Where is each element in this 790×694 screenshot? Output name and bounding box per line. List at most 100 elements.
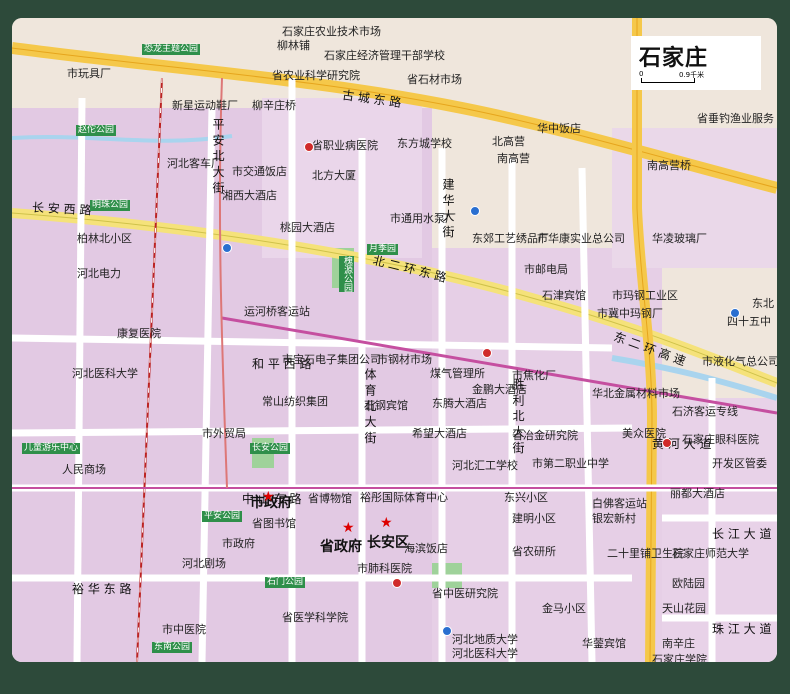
place-label: 省农研所 [512,545,556,558]
place-label: 省职业病医院 [312,139,378,152]
road-label: 建 华 大 街 [441,178,455,238]
place-label: 华凌玻璃厂 [652,232,707,245]
park-label: 恐龙主题公园 [142,44,201,55]
place-label: 河北医科大学 [452,647,518,660]
place-label: 省博物馆 [308,492,352,505]
place-label: 河北剧场 [182,557,226,570]
place-label: 希望大酒店 [412,427,467,440]
place-label: 石钢宾馆 [364,399,408,412]
scale-end-label: 0.9千米 [679,71,705,79]
place-label: 省图书馆 [252,517,296,530]
place-label: 河北医科大学 [72,367,138,380]
road-label: 长 安 西 路 [31,200,92,218]
park-label: 东南公园 [152,642,193,653]
place-label: 东方城学校 [397,137,452,150]
place-label: 华中饭店 [537,122,581,135]
place-label: 北方大厦 [312,169,356,182]
place-label: 运河桥客运站 [244,305,310,318]
map-frame: 古 城 东 路 北 二 环 东 路 长 安 西 路 黄 河 大 道 长 江 大 … [0,0,790,694]
place-label: 北高营 [492,135,525,148]
place-label: 市肺科医院 [357,562,412,575]
school-icon [222,243,232,253]
map-title: 石家庄 [639,45,709,71]
place-label: 石济客运专线 [672,405,738,418]
place-label: 市交通饭店 [232,165,287,178]
place-label: 华北金属材料市场 [592,387,680,400]
place-label: 美众医院 [622,427,666,440]
map-canvas[interactable]: 古 城 东 路 北 二 环 东 路 长 安 西 路 黄 河 大 道 长 江 大 … [12,18,777,662]
park-label: 明珠公园 [90,200,131,211]
road-label: 裕 华 东 路 [72,582,132,596]
place-label: 银宏新村 [592,512,636,525]
place-label: 石家庄师范大学 [672,547,749,560]
place-label: 东兴小区 [504,491,548,504]
place-label: 裕彤国际体育中心 [360,491,448,504]
place-label: 河北电力 [77,267,121,280]
place-label: 市中医院 [162,623,206,636]
place-label: 建明小区 [512,512,556,525]
place-label: 石家庄农业技术市场 [282,25,381,38]
province-gov-label: 省政府 [320,539,362,555]
place-label: 柳林铺 [277,39,310,52]
school-icon [730,308,740,318]
place-label: 市宝石电子集团公司 [282,353,381,366]
map-title-box: 石家庄 0 0.9千米 [631,36,761,90]
place-label: 人民商场 [62,463,106,476]
place-label: 新星运动鞋厂 [172,99,238,112]
place-label: 市焦化厂 [512,369,556,382]
hospital-icon [482,348,492,358]
road-label: 珠 江 大 道 [712,622,772,636]
place-label: 市玩具厂 [67,67,111,80]
place-label: 河北地质大学 [452,633,518,646]
place-label: 金鹏大酒店 [472,383,527,396]
place-label: 省冶金研究院 [512,429,578,442]
place-label: 市邮电局 [524,263,568,276]
place-label: 白佛客运站 [592,497,647,510]
district-label: 长安区 [367,535,409,551]
place-label: 省农业科学研究院 [272,69,360,82]
place-label: 市玛钢工业区 [612,289,678,302]
place-label: 市液化气总公司 [702,355,777,368]
place-label: 海滨饭店 [404,542,448,555]
place-label: 常山纺织集团 [262,395,328,408]
hospital-icon [304,142,314,152]
park-label: 石门公园 [265,577,306,588]
place-label: 河北客车厂 [167,157,222,170]
park-label: 长安公园 [250,443,291,454]
place-label: 河北汇工学校 [452,459,518,472]
place-label: 石家庄眼科医院 [682,433,759,446]
place-label: 欧陆园 [672,577,705,590]
hospital-icon [392,578,402,588]
place-label: 石家庄经济管理干部学校 [324,49,445,62]
capital-star-icon: ★ [342,520,355,536]
place-label: 南辛庄 [662,637,695,650]
place-label: 东北 [752,297,774,310]
park-label: 赵佗公园 [76,125,117,136]
place-label: 石家庄学院 [652,653,707,662]
place-label: 市钢材市场 [377,353,432,366]
district-star-icon: ★ [380,515,393,531]
place-label: 金马小区 [542,602,586,615]
place-label: 省石材市场 [407,73,462,86]
school-icon [470,206,480,216]
place-label: 华蓥宾馆 [582,637,626,650]
place-label: 省垂钓渔业服务 [697,112,774,125]
place-label: 省医学科学院 [282,611,348,624]
place-label: 湘西大酒店 [222,189,277,202]
park-label: 槐源公园 [339,256,354,292]
place-label: 市华康实业总公司 [537,232,625,245]
place-label: 市通用水泵厂 [390,212,456,225]
place-label: 康复医院 [117,327,161,340]
place-label: 市政府 [222,537,255,550]
school-icon [442,626,452,636]
place-label: 省中医研究院 [432,587,498,600]
road-label: 长 江 大 道 [712,527,772,541]
place-label: 南高营桥 [647,159,691,172]
place-label: 市冀中玛钢厂 [597,307,663,320]
place-label: 柳辛庄桥 [252,99,296,112]
scale-start-label: 0 [639,70,644,78]
place-label: 天山花园 [662,602,706,615]
place-label: 煤气管理所 [430,367,485,380]
place-label: 开发区管委 [712,457,767,470]
park-label: 儿童游乐中心 [22,443,81,454]
